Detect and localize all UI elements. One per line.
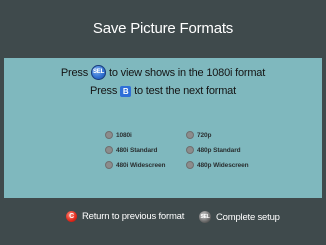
format-option-480i-widescreen[interactable]: 480i Widescreen	[105, 161, 165, 169]
instruction-press-label: Press	[60, 66, 89, 79]
radio-dot-icon	[186, 161, 194, 169]
setup-screen: Save Picture Formats Press SEL to view s…	[0, 0, 326, 245]
b-button-icon: B	[120, 85, 132, 97]
instruction-next-format: Press B to test the next format	[4, 85, 322, 97]
radio-dot-icon	[105, 161, 113, 169]
format-label: 480p Widescreen	[197, 161, 249, 169]
return-label: Return to previous format	[82, 211, 185, 222]
return-previous-format-button[interactable]: C Return to previous format	[66, 211, 184, 222]
format-label: 480i Widescreen	[116, 161, 166, 169]
radio-dot-icon	[186, 131, 194, 139]
instruction-view-format: Press SEL to view shows in the 1080i for…	[4, 65, 322, 80]
sel-button-icon: SEL	[91, 65, 107, 80]
format-panel: Press SEL to view shows in the 1080i for…	[4, 58, 322, 198]
complete-setup-button[interactable]: SEL Complete setup	[199, 211, 280, 223]
format-label: 1080i	[116, 131, 132, 139]
instruction-next-text: to test the next format	[134, 85, 236, 97]
radio-dot-icon	[105, 146, 113, 154]
format-label: 480p Standard	[197, 146, 241, 154]
instruction-press-label: Press	[90, 85, 118, 97]
c-button-icon: C	[66, 211, 77, 222]
radio-dot-icon	[105, 131, 113, 139]
format-label: 480i Standard	[116, 146, 158, 154]
instruction-view-text: to view shows in the 1080i format	[109, 66, 266, 79]
format-option-480p-widescreen[interactable]: 480p Widescreen	[186, 161, 249, 169]
format-option-720p[interactable]: 720p	[186, 131, 212, 139]
radio-dot-icon	[186, 146, 194, 154]
format-label: 720p	[197, 131, 212, 139]
complete-label: Complete setup	[216, 211, 280, 223]
header-bar: Save Picture Formats	[0, 0, 326, 58]
format-option-480i-standard[interactable]: 480i Standard	[105, 146, 157, 154]
format-option-1080i[interactable]: 1080i	[105, 131, 132, 139]
format-option-480p-standard[interactable]: 480p Standard	[186, 146, 241, 154]
page-title: Save Picture Formats	[92, 19, 234, 37]
sel-button-icon: SEL	[199, 211, 211, 223]
